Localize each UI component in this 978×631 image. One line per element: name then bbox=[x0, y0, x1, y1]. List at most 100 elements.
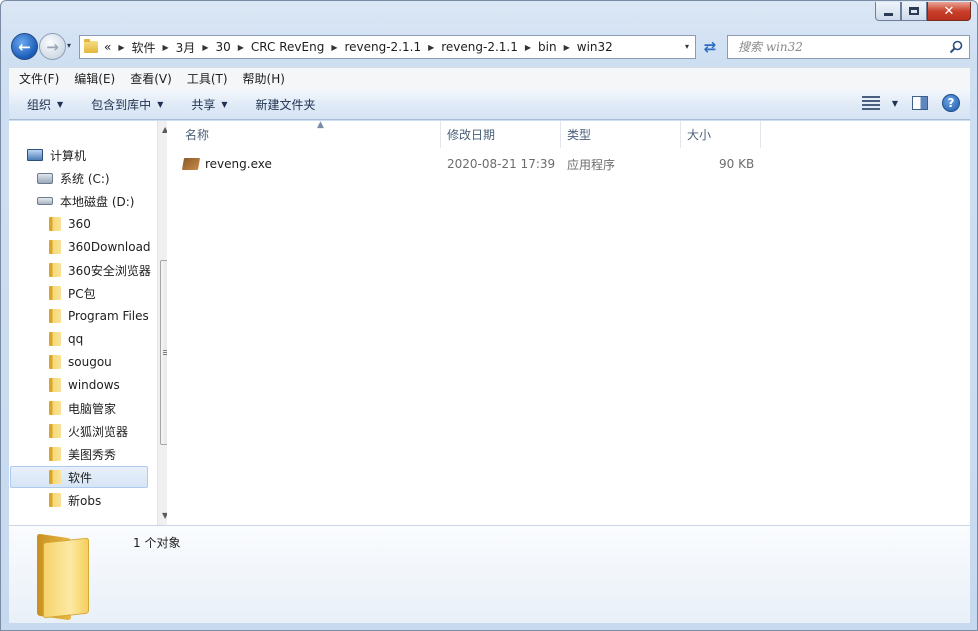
change-view-button[interactable]: ▼ bbox=[861, 96, 898, 110]
tree-label: 360安全浏览器 bbox=[68, 263, 151, 278]
tree-item-folder[interactable]: 360Download bbox=[49, 236, 151, 258]
tree-label: 360Download bbox=[68, 240, 151, 254]
file-size: 90 KB bbox=[719, 157, 755, 171]
address-history-dropdown[interactable]: ▾ bbox=[685, 42, 689, 51]
chevron-right-icon[interactable]: ▶ bbox=[118, 43, 124, 52]
tree-item-folder[interactable]: 火狐浏览器 bbox=[49, 420, 128, 442]
breadcrumb-item[interactable]: win32 bbox=[577, 40, 613, 54]
command-bar-right: ▼ ? bbox=[861, 94, 960, 112]
chevron-right-icon[interactable]: ▶ bbox=[238, 43, 244, 52]
include-in-library-button[interactable]: 包含到库中 ▼ bbox=[73, 96, 173, 113]
command-bar: 组织 ▼ 包含到库中 ▼ 共享 ▼ 新建文件夹 ▼ ? bbox=[9, 89, 970, 120]
breadcrumb: « ▶ 软件 ▶ 3月 ▶ 30 ▶ CRC RevEng ▶ reveng-2… bbox=[104, 39, 613, 56]
details-view-icon bbox=[861, 96, 880, 110]
tree-label: windows bbox=[68, 378, 120, 392]
column-size[interactable]: 大小 bbox=[681, 121, 761, 148]
chevron-down-icon: ▼ bbox=[221, 99, 228, 109]
tree-item-computer[interactable]: 计算机 bbox=[27, 144, 86, 166]
menu-help[interactable]: 帮助(H) bbox=[233, 70, 290, 87]
close-icon: ✕ bbox=[943, 3, 955, 19]
refresh-button[interactable]: ⇄ bbox=[699, 35, 721, 59]
system-drive-icon bbox=[37, 172, 53, 184]
breadcrumb-item[interactable]: 30 bbox=[215, 40, 230, 54]
breadcrumb-item[interactable]: 3月 bbox=[176, 39, 196, 56]
tree-item-folder[interactable]: PC包 bbox=[49, 282, 96, 304]
breadcrumb-overflow[interactable]: « bbox=[104, 40, 111, 54]
menu-view[interactable]: 查看(V) bbox=[120, 70, 177, 87]
tree-item-folder[interactable]: 电脑管家 bbox=[49, 397, 116, 419]
tree-item-folder[interactable]: qq bbox=[49, 328, 83, 350]
folder-icon bbox=[49, 355, 61, 369]
menu-bar: 文件(F) 编辑(E) 查看(V) 工具(T) 帮助(H) bbox=[9, 67, 970, 89]
forward-button[interactable]: → bbox=[39, 33, 66, 60]
tree-item-folder[interactable]: sougou bbox=[49, 351, 112, 373]
folder-large-icon bbox=[33, 533, 93, 621]
help-icon[interactable]: ? bbox=[942, 94, 960, 112]
tree-item-folder[interactable]: 新obs bbox=[49, 489, 101, 511]
navigation-pane: 计算机 系统 (C:) 本地磁盘 (D:) 360 360Download 36… bbox=[9, 121, 174, 525]
column-modified[interactable]: 修改日期 bbox=[441, 121, 561, 148]
minimize-icon bbox=[883, 12, 893, 16]
tree-item-folder[interactable]: Program Files bbox=[49, 305, 149, 327]
caption-buttons: ✕ bbox=[875, 2, 971, 21]
close-button[interactable]: ✕ bbox=[927, 2, 971, 21]
chevron-right-icon[interactable]: ▶ bbox=[525, 43, 531, 52]
tree-item-folder[interactable]: windows bbox=[49, 374, 120, 396]
maximize-button[interactable] bbox=[901, 2, 927, 21]
chevron-right-icon[interactable]: ▶ bbox=[564, 43, 570, 52]
tree-item-drive-d[interactable]: 本地磁盘 (D:) bbox=[37, 190, 134, 212]
search-icon[interactable] bbox=[949, 40, 963, 54]
chevron-right-icon[interactable]: ▶ bbox=[428, 43, 434, 52]
menu-tools[interactable]: 工具(T) bbox=[177, 70, 233, 87]
search-input[interactable] bbox=[738, 40, 938, 54]
chevron-down-icon: ▼ bbox=[157, 99, 164, 109]
tree-label: 本地磁盘 (D:) bbox=[60, 194, 135, 209]
new-folder-button[interactable]: 新建文件夹 bbox=[238, 96, 326, 113]
back-button[interactable]: ← bbox=[11, 33, 38, 60]
search-box[interactable] bbox=[727, 35, 970, 59]
tree-item-folder[interactable]: 美图秀秀 bbox=[49, 443, 116, 465]
share-button[interactable]: 共享 ▼ bbox=[173, 96, 237, 113]
menu-edit[interactable]: 编辑(E) bbox=[64, 70, 120, 87]
tree-label: 电脑管家 bbox=[68, 401, 117, 416]
sort-ascending-icon: ▲ bbox=[317, 120, 324, 130]
new-folder-label: 新建文件夹 bbox=[255, 97, 316, 112]
breadcrumb-item[interactable]: CRC RevEng bbox=[251, 40, 324, 54]
table-row[interactable]: reveng.exe 2020-08-21 17:39 应用程序 90 KB bbox=[181, 152, 763, 176]
application-icon bbox=[181, 158, 201, 170]
column-type[interactable]: 类型 bbox=[561, 121, 681, 148]
menu-file[interactable]: 文件(F) bbox=[9, 70, 64, 87]
minimize-button[interactable] bbox=[875, 2, 901, 21]
folder-icon bbox=[49, 332, 61, 346]
folder-icon bbox=[49, 401, 61, 415]
chevron-right-icon[interactable]: ▶ bbox=[331, 43, 337, 52]
breadcrumb-item[interactable]: bin bbox=[538, 40, 557, 54]
breadcrumb-item[interactable]: reveng-2.1.1 bbox=[344, 40, 421, 54]
folder-icon bbox=[49, 378, 61, 392]
tree-item-folder[interactable]: 360 bbox=[49, 213, 91, 235]
folder-icon bbox=[49, 309, 61, 323]
preview-pane-icon[interactable] bbox=[912, 96, 928, 110]
back-arrow-icon: ← bbox=[18, 37, 31, 56]
breadcrumb-item[interactable]: 软件 bbox=[132, 39, 156, 56]
help-glyph: ? bbox=[947, 96, 955, 110]
chevron-right-icon[interactable]: ▶ bbox=[202, 43, 208, 52]
forward-arrow-icon: → bbox=[46, 37, 59, 56]
share-label: 共享 bbox=[191, 97, 216, 112]
chevron-right-icon[interactable]: ▶ bbox=[163, 43, 169, 52]
tree-item-selected-folder[interactable]: 软件 bbox=[10, 466, 148, 488]
column-name[interactable]: 名称 ▲ bbox=[179, 120, 441, 148]
file-list: 名称 ▲ 修改日期 类型 大小 reveng.exe 2020-08-21 17:… bbox=[167, 120, 970, 525]
tree-item-folder[interactable]: 360安全浏览器 bbox=[49, 259, 151, 281]
tree-label: qq bbox=[68, 332, 84, 346]
item-count: 1 个对象 bbox=[133, 536, 181, 550]
recent-pages-dropdown[interactable]: ▾ bbox=[67, 41, 71, 50]
computer-icon bbox=[27, 149, 43, 161]
tree-label: 360 bbox=[68, 217, 91, 231]
organize-button[interactable]: 组织 ▼ bbox=[9, 96, 73, 113]
tree-item-drive-c[interactable]: 系统 (C:) bbox=[37, 167, 110, 189]
details-pane: 1 个对象 bbox=[9, 525, 970, 623]
address-bar[interactable]: « ▶ 软件 ▶ 3月 ▶ 30 ▶ CRC RevEng ▶ reveng-2… bbox=[79, 35, 696, 59]
breadcrumb-item[interactable]: reveng-2.1.1 bbox=[441, 40, 518, 54]
column-label: 名称 bbox=[185, 128, 210, 142]
